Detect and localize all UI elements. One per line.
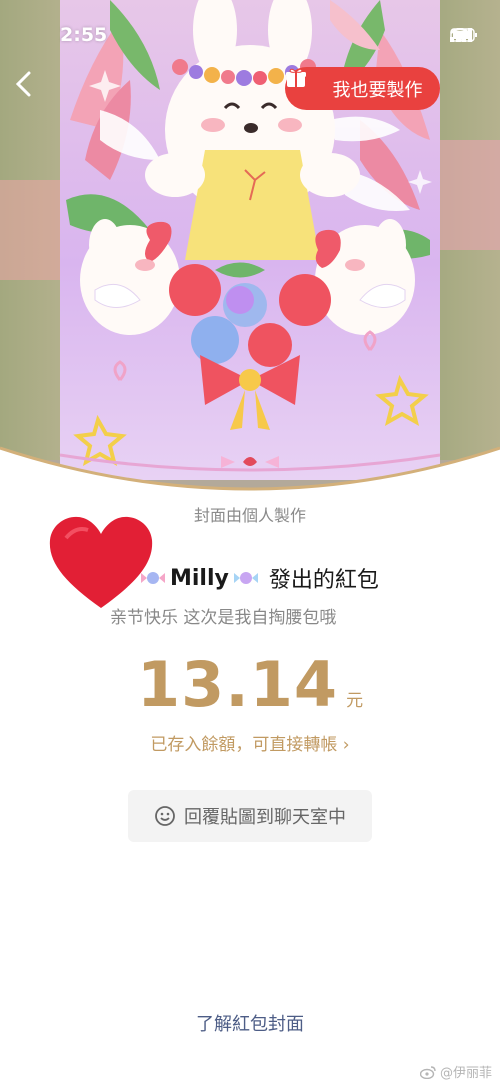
sender-name: Milly	[170, 565, 229, 591]
reply-sticker-label: 回覆貼圖到聊天室中	[184, 807, 346, 828]
battery-icon	[450, 28, 477, 42]
make-my-own-button[interactable]: 我也要製作	[285, 67, 440, 110]
sender-row: Milly 發出的紅包	[140, 560, 379, 596]
back-button[interactable]	[14, 70, 46, 108]
sender-suffix: 發出的紅包	[268, 568, 379, 593]
cover-image: 2:55 我也要製作	[0, 0, 500, 500]
weibo-logo-icon	[419, 1065, 436, 1079]
greeting-message: 亲节快乐 这次是我自掏腰包哦	[110, 608, 337, 628]
chevron-left-icon	[15, 71, 31, 97]
reply-sticker-button[interactable]: 回覆貼圖到聊天室中	[128, 790, 372, 842]
smiley-icon	[155, 806, 175, 826]
make-button-label: 我也要製作	[332, 79, 423, 101]
status-time: 2:55	[60, 24, 108, 46]
candy-icon	[141, 572, 165, 584]
learn-cover-link[interactable]: 了解紅包封面	[0, 1010, 500, 1036]
watermark: @伊丽菲	[419, 1062, 492, 1081]
candy-icon	[233, 572, 258, 584]
amount-value: 13.14	[136, 648, 339, 721]
deposit-balance-link[interactable]: 已存入餘額，可直接轉帳 ›	[0, 730, 500, 755]
gift-icon	[286, 68, 327, 101]
watermark-text: @伊丽菲	[439, 1066, 492, 1081]
currency-unit: 元	[346, 691, 364, 711]
amount-row: 13.14 元	[0, 648, 500, 721]
